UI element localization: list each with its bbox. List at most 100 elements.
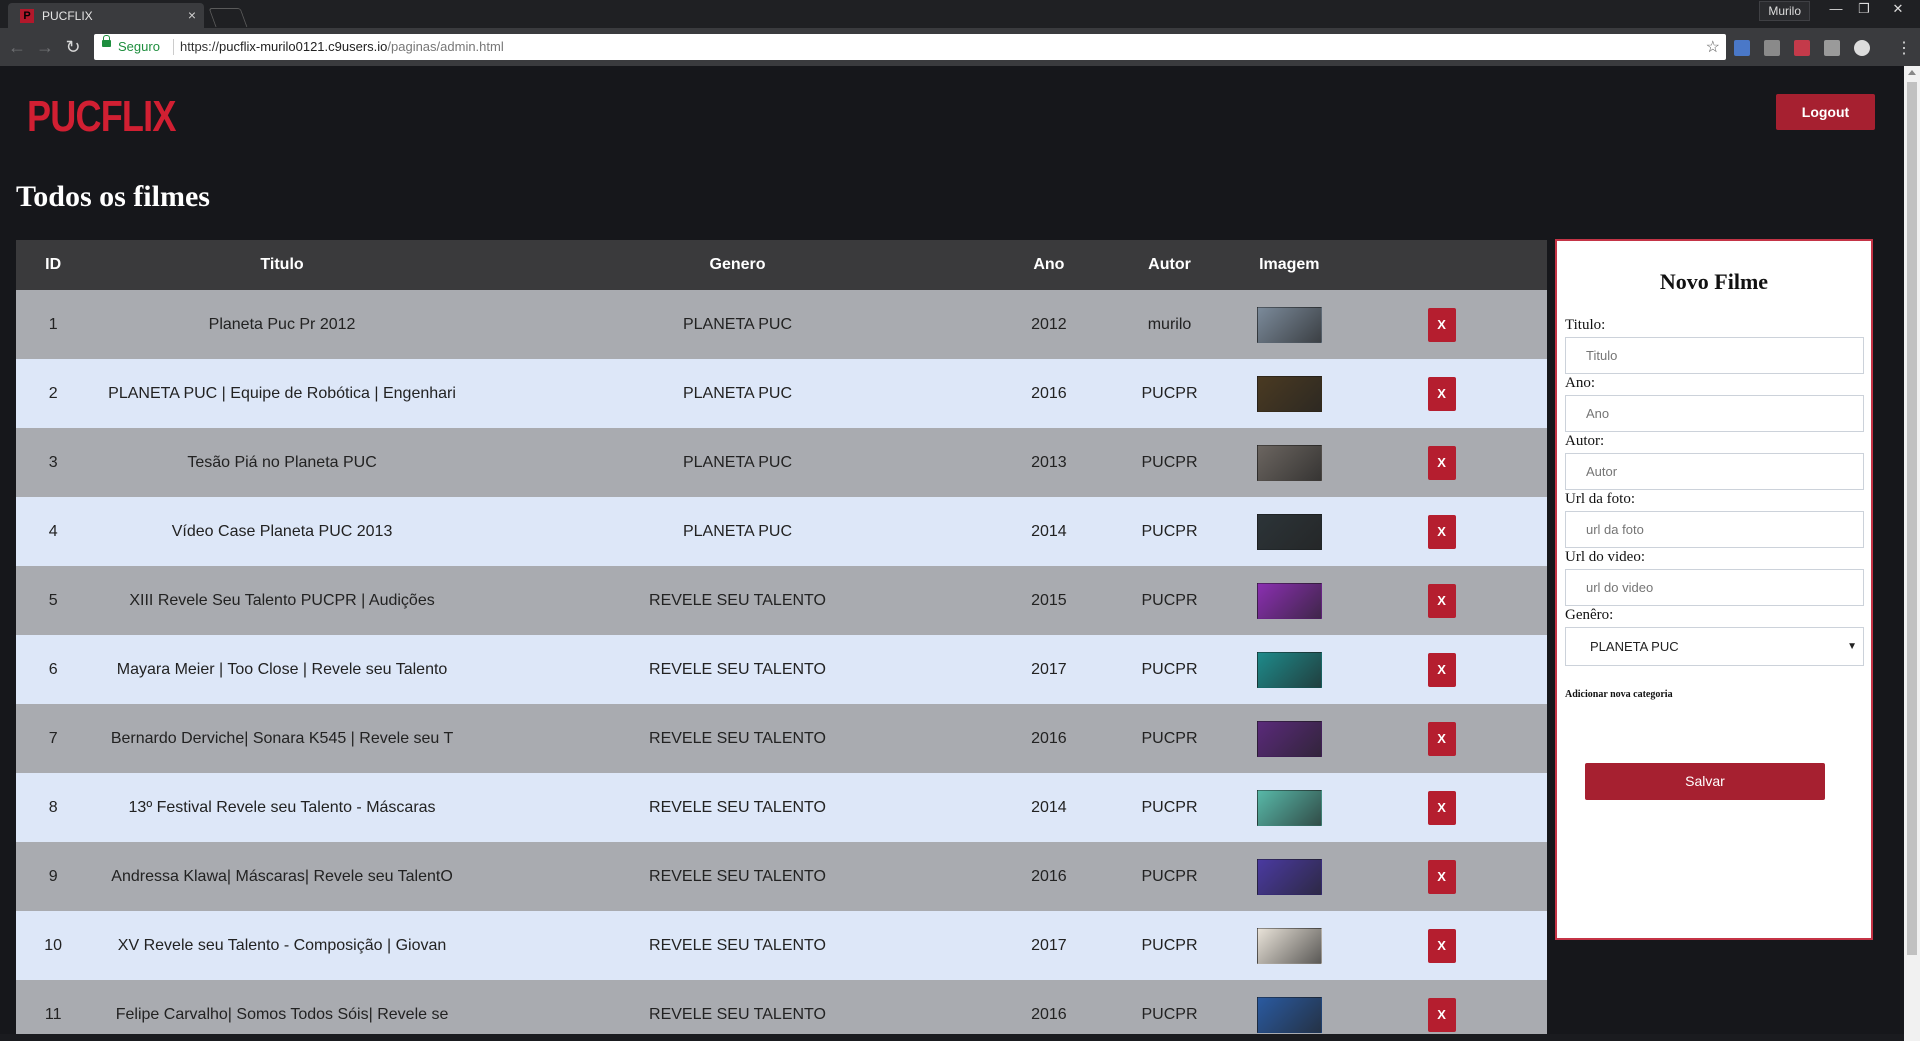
table-row: 9 Andressa Klawa| Máscaras| Revele seu Ta… — [16, 842, 1547, 911]
cell-autor: PUCPR — [1096, 773, 1243, 842]
restore-icon[interactable]: ❐ — [1850, 0, 1878, 18]
cell-genero: REVELE SEU TALENTO — [473, 980, 1002, 1041]
foto-url-input[interactable] — [1565, 511, 1864, 548]
cell-genero: PLANETA PUC — [473, 290, 1002, 359]
cell-ano: 2016 — [1001, 359, 1097, 428]
table-row: 2 PLANETA PUC | Equipe de Robótica | Enge… — [16, 359, 1547, 428]
autor-input[interactable] — [1565, 453, 1864, 490]
delete-button[interactable]: X — [1427, 583, 1456, 618]
url-text: https://pucflix-murilo0121.c9users.io/pa… — [180, 39, 504, 54]
cell-actions: X — [1336, 911, 1547, 980]
table-row: 10 XV Revele seu Talento - Composição | G… — [16, 911, 1547, 980]
cell-id: 9 — [16, 842, 91, 911]
delete-button[interactable]: X — [1427, 721, 1456, 756]
delete-button[interactable]: X — [1427, 790, 1456, 825]
delete-button[interactable]: X — [1427, 859, 1456, 894]
dropdown-caret-icon: ▼ — [1847, 641, 1857, 652]
cell-actions: X — [1336, 497, 1547, 566]
horizontal-scrollbar[interactable] — [0, 1034, 1904, 1041]
delete-button[interactable]: X — [1427, 376, 1456, 411]
flag-extension-icon[interactable] — [1794, 40, 1810, 56]
genero-label: Genêro: — [1565, 607, 1614, 623]
scroll-up-arrow-icon[interactable] — [1908, 70, 1916, 75]
cell-titulo: XV Revele seu Talento - Composição | Gio… — [90, 911, 474, 980]
film-thumbnail — [1256, 513, 1322, 550]
cell-genero: REVELE SEU TALENTO — [473, 566, 1002, 635]
logout-button[interactable]: Logout — [1776, 94, 1875, 130]
minimize-icon[interactable]: — — [1822, 0, 1850, 18]
table-row: 11 Felipe Carvalho| Somos Todos Sóis| Rev… — [16, 980, 1547, 1041]
address-bar[interactable]: Seguro https://pucflix-murilo0121.c9user… — [94, 34, 1726, 60]
cell-autor: PUCPR — [1096, 704, 1243, 773]
url-scheme: https:// — [180, 39, 220, 54]
cell-titulo: PLANETA PUC | Equipe de Robótica | Engen… — [90, 359, 474, 428]
cell-id: 5 — [16, 566, 91, 635]
cell-ano: 2016 — [1001, 704, 1097, 773]
tab-close-icon[interactable]: × — [188, 7, 196, 23]
genero-select[interactable]: PLANETA PUC ▼ — [1565, 627, 1864, 666]
add-category-link[interactable]: Adicionar nova categoria — [1565, 689, 1673, 700]
cell-titulo: Tesão Piá no Planeta PUC — [90, 428, 474, 497]
new-tab-button[interactable] — [208, 8, 248, 27]
profile-button[interactable]: Murilo — [1759, 1, 1810, 21]
delete-button[interactable]: X — [1427, 997, 1456, 1032]
window-close-icon[interactable]: ✕ — [1884, 0, 1912, 18]
table-row: 3 Tesão Piá no Planeta PUC PLANETA PUC 2013… — [16, 428, 1547, 497]
extension-icon[interactable] — [1764, 40, 1780, 56]
delete-button[interactable]: X — [1427, 514, 1456, 549]
cell-titulo: 13º Festival Revele seu Talento - Máscar… — [90, 773, 474, 842]
film-thumbnail — [1256, 582, 1322, 619]
cell-genero: REVELE SEU TALENTO — [473, 704, 1002, 773]
ano-input[interactable] — [1565, 395, 1864, 432]
cell-autor: PUCPR — [1096, 635, 1243, 704]
cell-imagem — [1242, 704, 1337, 773]
titulo-input[interactable] — [1565, 337, 1864, 374]
cell-titulo: Bernardo Derviche| Sonara K545 | Revele … — [90, 704, 474, 773]
delete-button[interactable]: X — [1427, 652, 1456, 687]
cell-actions: X — [1336, 635, 1547, 704]
vertical-scrollbar[interactable] — [1904, 66, 1920, 1041]
cell-autor: murilo — [1096, 290, 1243, 359]
cell-id: 1 — [16, 290, 91, 359]
film-thumbnail — [1256, 996, 1322, 1033]
column-header-titulo: Titulo — [90, 240, 474, 290]
cell-ano: 2015 — [1001, 566, 1097, 635]
cell-id: 6 — [16, 635, 91, 704]
cell-actions: X — [1336, 704, 1547, 773]
save-button[interactable]: Salvar — [1585, 763, 1825, 800]
delete-button[interactable]: X — [1427, 445, 1456, 480]
cell-imagem — [1242, 428, 1337, 497]
cell-actions: X — [1336, 773, 1547, 842]
cell-autor: PUCPR — [1096, 980, 1243, 1041]
delete-button[interactable]: X — [1427, 928, 1456, 963]
translate-extension-icon[interactable] — [1734, 40, 1750, 56]
reload-icon[interactable]: ↻ — [62, 37, 84, 58]
cell-actions: X — [1336, 290, 1547, 359]
browser-menu-icon[interactable]: ⋮ — [1896, 38, 1912, 58]
cell-id: 4 — [16, 497, 91, 566]
address-separator — [173, 39, 174, 55]
cell-imagem — [1242, 911, 1337, 980]
cell-autor: PUCPR — [1096, 566, 1243, 635]
delete-button[interactable]: X — [1427, 307, 1456, 342]
film-thumbnail — [1256, 375, 1322, 412]
film-thumbnail — [1256, 306, 1322, 343]
cell-id: 11 — [16, 980, 91, 1041]
browser-tab[interactable]: P PUCFLIX × — [8, 3, 204, 28]
extension-icon[interactable] — [1824, 40, 1840, 56]
back-arrow-icon[interactable]: ← — [6, 37, 28, 58]
forward-arrow-icon[interactable]: → — [34, 37, 56, 58]
foto-url-label: Url da foto: — [1565, 491, 1635, 507]
cell-autor: PUCPR — [1096, 359, 1243, 428]
table-row: 7 Bernardo Derviche| Sonara K545 | Revele… — [16, 704, 1547, 773]
scrollbar-thumb[interactable] — [1907, 82, 1917, 955]
cell-actions: X — [1336, 842, 1547, 911]
ano-label: Ano: — [1565, 375, 1595, 391]
cell-imagem — [1242, 773, 1337, 842]
video-url-input[interactable] — [1565, 569, 1864, 606]
cell-imagem — [1242, 290, 1337, 359]
cell-genero: PLANETA PUC — [473, 428, 1002, 497]
pucflix-logo: PUCFLIX — [27, 92, 176, 141]
bookmark-star-icon[interactable]: ☆ — [1706, 37, 1720, 57]
extension-icon[interactable] — [1854, 40, 1870, 56]
